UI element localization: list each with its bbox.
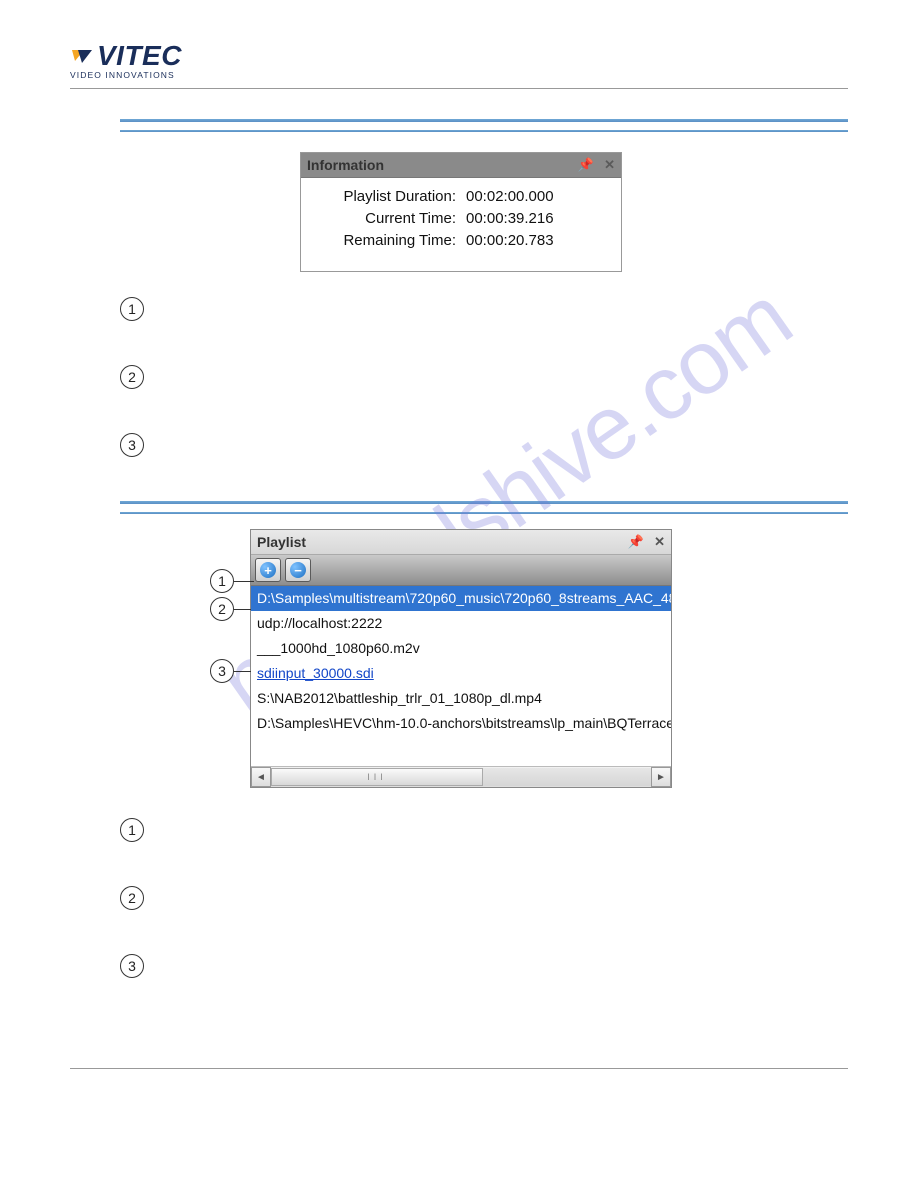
callout-line xyxy=(234,581,254,582)
marker-1: 1 xyxy=(120,818,144,842)
marker-3: 3 xyxy=(120,433,144,457)
logo-icon xyxy=(70,46,94,66)
logo-text: VITEC xyxy=(97,40,182,72)
horizontal-scrollbar[interactable]: ◄ III ► xyxy=(251,766,671,787)
information-panel-body: Playlist Duration: 00:02:00.000 Current … xyxy=(301,178,621,271)
callout-1: 1 xyxy=(210,569,234,593)
playlist-panel-titlebar: Playlist 📌 ✕ xyxy=(251,530,671,555)
callout-3: 3 xyxy=(210,659,234,683)
close-icon[interactable]: ✕ xyxy=(604,157,615,173)
scroll-left-button[interactable]: ◄ xyxy=(251,767,271,787)
info-label: Remaining Time: xyxy=(311,230,456,252)
scroll-track[interactable]: III xyxy=(271,768,651,786)
section-divider xyxy=(120,130,848,132)
section-divider xyxy=(120,512,848,514)
brand-logo: VITEC VIDEO INNOVATIONS xyxy=(70,40,848,80)
information-markers: 1 2 3 xyxy=(120,297,848,457)
list-item[interactable]: D:\Samples\multistream\720p60_music\720p… xyxy=(251,586,671,611)
plus-icon: + xyxy=(260,562,276,578)
info-value: 00:00:39.216 xyxy=(466,208,586,230)
list-item[interactable]: ___1000hd_1080p60.m2v xyxy=(251,636,671,661)
logo-tagline: VIDEO INNOVATIONS xyxy=(70,70,848,80)
playlist-body: D:\Samples\multistream\720p60_music\720p… xyxy=(251,586,671,766)
info-value: 00:00:20.783 xyxy=(466,230,586,252)
info-label: Current Time: xyxy=(311,208,456,230)
header-divider xyxy=(70,88,848,89)
playlist-toolbar: + − xyxy=(251,555,671,586)
minus-icon: − xyxy=(290,562,306,578)
list-item[interactable]: D:\Samples\HEVC\hm-10.0-anchors\bitstrea… xyxy=(251,711,671,736)
information-panel-titlebar: Information 📌 ✕ xyxy=(301,153,621,178)
marker-2: 2 xyxy=(120,886,144,910)
close-icon[interactable]: ✕ xyxy=(654,534,665,550)
playlist-markers: 1 2 3 xyxy=(120,818,848,978)
info-label: Playlist Duration: xyxy=(311,186,456,208)
marker-1: 1 xyxy=(120,297,144,321)
information-panel: Information 📌 ✕ Playlist Duration: 00:02… xyxy=(300,152,622,272)
marker-3: 3 xyxy=(120,954,144,978)
section-divider xyxy=(120,119,848,122)
list-item[interactable]: udp://localhost:2222 xyxy=(251,611,671,636)
info-value: 00:02:00.000 xyxy=(466,186,586,208)
footer-divider xyxy=(70,1068,848,1069)
information-panel-title: Information xyxy=(307,157,384,173)
marker-2: 2 xyxy=(120,365,144,389)
callout-2: 2 xyxy=(210,597,234,621)
pin-icon[interactable]: 📌 xyxy=(628,534,644,550)
list-item[interactable]: S:\NAB2012\battleship_trlr_01_1080p_dl.m… xyxy=(251,686,671,711)
scroll-thumb[interactable]: III xyxy=(271,768,483,786)
remove-button[interactable]: − xyxy=(285,558,311,582)
playlist-panel-title: Playlist xyxy=(257,534,306,550)
playlist-panel: Playlist 📌 ✕ + − D:\Samples\multistream xyxy=(250,529,672,788)
scroll-right-button[interactable]: ► xyxy=(651,767,671,787)
pin-icon[interactable]: 📌 xyxy=(578,157,594,173)
list-item[interactable]: sdiinput_30000.sdi xyxy=(251,661,671,686)
section-divider xyxy=(120,501,848,504)
add-button[interactable]: + xyxy=(255,558,281,582)
